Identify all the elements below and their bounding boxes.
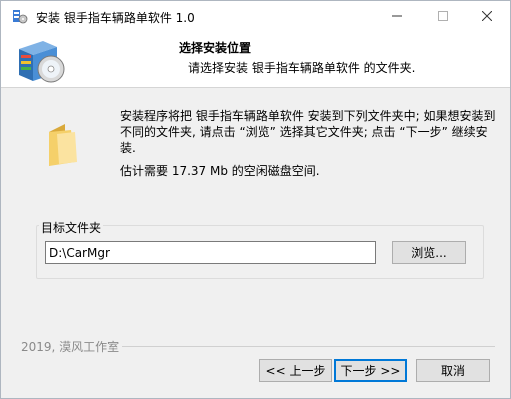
page-title: 选择安装位置 (179, 41, 252, 55)
title-bar[interactable]: 安装 银手指车辆路单软件 1.0 (1, 1, 510, 31)
destination-folder-label: 目标文件夹 (39, 219, 104, 236)
window-title: 安装 银手指车辆路单软件 1.0 (36, 11, 195, 25)
disk-space-text: 估计需要 17.37 Mb 的空闲磁盘空间. (120, 164, 320, 178)
close-button[interactable] (464, 1, 510, 31)
install-description: 安装程序将把 银手指车辆路单软件 安装到下列文件夹中; 如果想安装到不同的文件夹… (120, 109, 496, 155)
maximize-button[interactable] (420, 1, 466, 31)
back-button[interactable]: << 上一步 (259, 359, 332, 382)
installer-icon (13, 10, 28, 24)
install-box-cd-icon (19, 41, 65, 83)
footer-divider (122, 346, 495, 347)
browse-button[interactable]: 浏览... (392, 241, 466, 264)
branding-text: 2019, 漠风工作室 (21, 340, 120, 354)
maximize-icon (438, 11, 448, 21)
page-header: 选择安装位置 请选择安装 银手指车辆路单软件 的文件夹. (1, 31, 510, 88)
minimize-icon (392, 15, 402, 17)
folder-icon (49, 124, 77, 166)
minimize-button[interactable] (374, 1, 420, 31)
next-button[interactable]: 下一步 >> (334, 359, 407, 382)
cancel-button[interactable]: 取消 (416, 359, 490, 382)
page-subtitle: 请选择安装 银手指车辆路单软件 的文件夹. (188, 61, 416, 75)
close-icon (482, 11, 492, 21)
destination-path-input[interactable] (45, 241, 376, 264)
installer-window: 安装 银手指车辆路单软件 1.0 选择安装位置 请选择安装 银手指车辆路单软件 … (0, 0, 511, 399)
